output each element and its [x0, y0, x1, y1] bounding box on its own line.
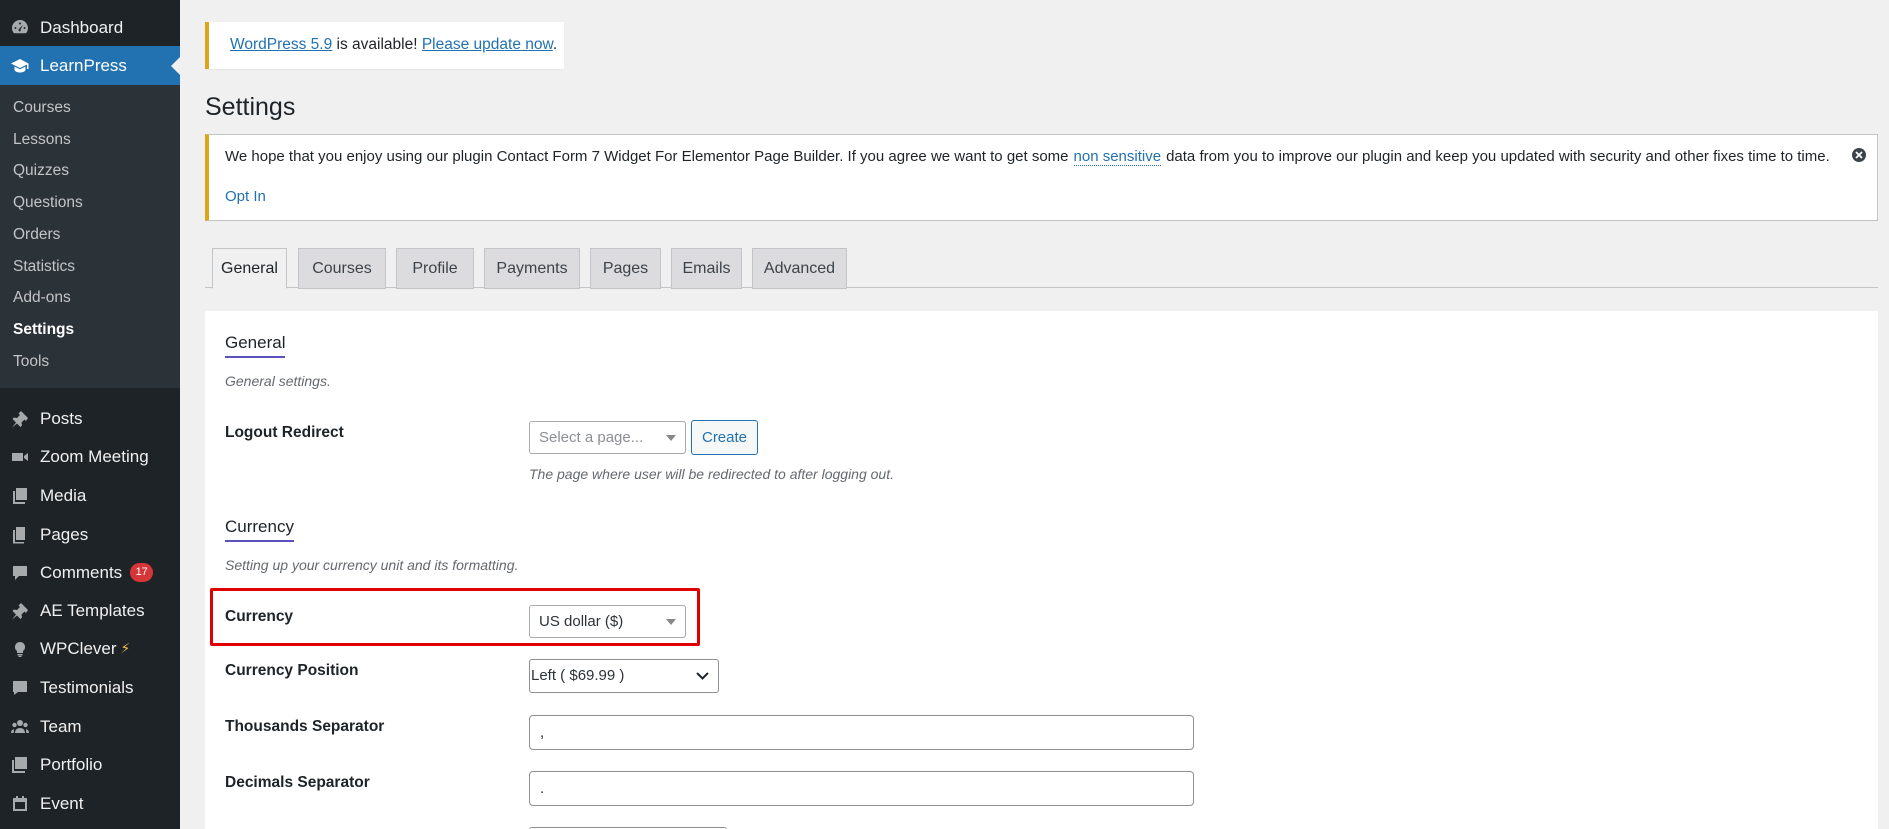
- menu-item-media[interactable]: Media: [0, 476, 180, 515]
- chevron-down-icon: [666, 435, 676, 441]
- plugin-notice-text-before: We hope that you enjoy using our plugin …: [225, 148, 1069, 165]
- menu-item-wpclever[interactable]: WPClever ⚡: [0, 629, 180, 668]
- currency-position-select[interactable]: Left ( $69.99 ): [529, 659, 719, 693]
- currency-highlight-box: [210, 588, 700, 646]
- update-now-link[interactable]: Please update now: [422, 36, 553, 53]
- thousands-separator-input[interactable]: ,: [529, 715, 1194, 750]
- menu-label: Comments: [40, 562, 123, 582]
- menu-label: Testimonials: [40, 677, 134, 697]
- menu-label: Portfolio: [40, 754, 103, 774]
- submenu-item-settings[interactable]: Settings: [13, 321, 74, 339]
- submenu-item-statistics[interactable]: Statistics: [13, 258, 75, 276]
- media-icon: [9, 485, 31, 507]
- pin-icon: [9, 408, 31, 430]
- tab-courses[interactable]: Courses: [298, 248, 386, 289]
- pin-icon: [9, 600, 31, 622]
- learnpress-submenu: Courses Lessons Quizzes Questions Orders…: [0, 85, 180, 388]
- menu-item-testimonials[interactable]: Testimonials: [0, 668, 180, 707]
- tab-profile[interactable]: Profile: [396, 248, 474, 289]
- testimonial-icon: [9, 677, 31, 699]
- update-notice: WordPress 5.9 is available! Please updat…: [205, 22, 564, 69]
- section-title-general: General: [225, 333, 286, 358]
- update-notice-text: is available!: [332, 36, 422, 53]
- menu-label: LearnPress: [40, 55, 127, 75]
- submenu-item-tools[interactable]: Tools: [13, 353, 49, 371]
- menu-label: AE Templates: [40, 600, 145, 620]
- menu-label: Posts: [40, 408, 83, 428]
- thousands-separator-label: Thousands Separator: [225, 718, 385, 735]
- menu-label: Team: [40, 716, 82, 736]
- graduation-cap-icon: [9, 55, 31, 77]
- tab-payments[interactable]: Payments: [484, 248, 580, 289]
- submenu-item-courses[interactable]: Courses: [13, 99, 71, 117]
- tab-pages[interactable]: Pages: [590, 248, 661, 289]
- submenu-item-questions[interactable]: Questions: [13, 194, 83, 212]
- logout-redirect-placeholder: Select a page...: [539, 429, 644, 446]
- lightning-icon: ⚡: [120, 640, 131, 656]
- pages-icon: [9, 524, 31, 546]
- menu-item-pages[interactable]: Pages: [0, 515, 180, 554]
- submenu-item-lessons[interactable]: Lessons: [13, 131, 71, 149]
- page-title: Settings: [205, 93, 296, 121]
- menu-item-posts[interactable]: Posts: [0, 399, 180, 438]
- settings-panel: General General settings. Logout Redirec…: [205, 311, 1878, 829]
- currency-position-value: Left ( $69.99 ): [531, 667, 625, 684]
- submenu-item-quizzes[interactable]: Quizzes: [13, 162, 69, 180]
- logout-redirect-label: Logout Redirect: [225, 424, 344, 441]
- menu-label: Event: [40, 793, 84, 813]
- team-icon: [9, 716, 31, 738]
- menu-item-portfolio[interactable]: Portfolio: [0, 745, 180, 784]
- menu-label: WPClever: [40, 638, 117, 658]
- currency-position-label: Currency Position: [225, 662, 359, 679]
- menu-label: Zoom Meeting: [40, 446, 149, 466]
- menu-label: Dashboard: [40, 17, 124, 37]
- comment-icon: [9, 562, 31, 584]
- logout-redirect-help: The page where user will be redirected t…: [529, 466, 894, 482]
- portfolio-icon: [9, 754, 31, 776]
- menu-item-zoom-meeting[interactable]: Zoom Meeting: [0, 437, 180, 476]
- menu-item-comments[interactable]: Comments 17: [0, 553, 180, 592]
- section-desc-currency: Setting up your currency unit and its fo…: [225, 557, 519, 573]
- bulb-icon: [9, 638, 31, 660]
- section-title-currency: Currency: [225, 517, 294, 542]
- create-page-button[interactable]: Create: [691, 420, 758, 455]
- plugin-notice: We hope that you enjoy using our plugin …: [205, 134, 1878, 221]
- logout-redirect-select[interactable]: Select a page...: [529, 421, 686, 454]
- tab-advanced[interactable]: Advanced: [752, 248, 847, 289]
- update-notice-end: .: [552, 36, 558, 53]
- close-icon[interactable]: [1851, 147, 1867, 163]
- menu-item-dashboard[interactable]: Dashboard: [0, 8, 180, 47]
- wordpress-version-link[interactable]: WordPress 5.9: [230, 36, 332, 53]
- plugin-notice-message: We hope that you enjoy using our plugin …: [225, 148, 1830, 166]
- dashboard-icon: [9, 17, 31, 39]
- admin-sidebar: Dashboard LearnPress Courses Lessons Qui…: [0, 0, 180, 829]
- decimals-separator-input[interactable]: .: [529, 771, 1194, 806]
- menu-item-learnpress[interactable]: LearnPress: [0, 46, 180, 85]
- menu-label: Media: [40, 485, 87, 505]
- menu-item-event[interactable]: Event: [0, 784, 180, 823]
- non-sensitive-link[interactable]: non sensitive: [1073, 148, 1162, 166]
- menu-item-ae-templates[interactable]: AE Templates: [0, 591, 180, 630]
- comments-count-badge: 17: [130, 563, 154, 582]
- event-icon: [9, 793, 31, 815]
- tab-emails[interactable]: Emails: [671, 248, 742, 289]
- settings-tabs: General Courses Profile Payments Pages E…: [205, 248, 1878, 289]
- section-desc-general: General settings.: [225, 373, 331, 389]
- menu-label: Pages: [40, 524, 89, 544]
- opt-in-link[interactable]: Opt In: [225, 188, 266, 205]
- submenu-item-add-ons[interactable]: Add-ons: [13, 289, 71, 307]
- tab-general[interactable]: General: [212, 248, 287, 289]
- plugin-notice-text-after: data from you to improve our plugin and …: [1166, 148, 1830, 165]
- submenu-item-orders[interactable]: Orders: [13, 226, 60, 244]
- video-icon: [9, 446, 31, 468]
- menu-item-team[interactable]: Team: [0, 707, 180, 746]
- decimals-separator-label: Decimals Separator: [225, 774, 370, 791]
- chevron-down-icon: [696, 672, 709, 680]
